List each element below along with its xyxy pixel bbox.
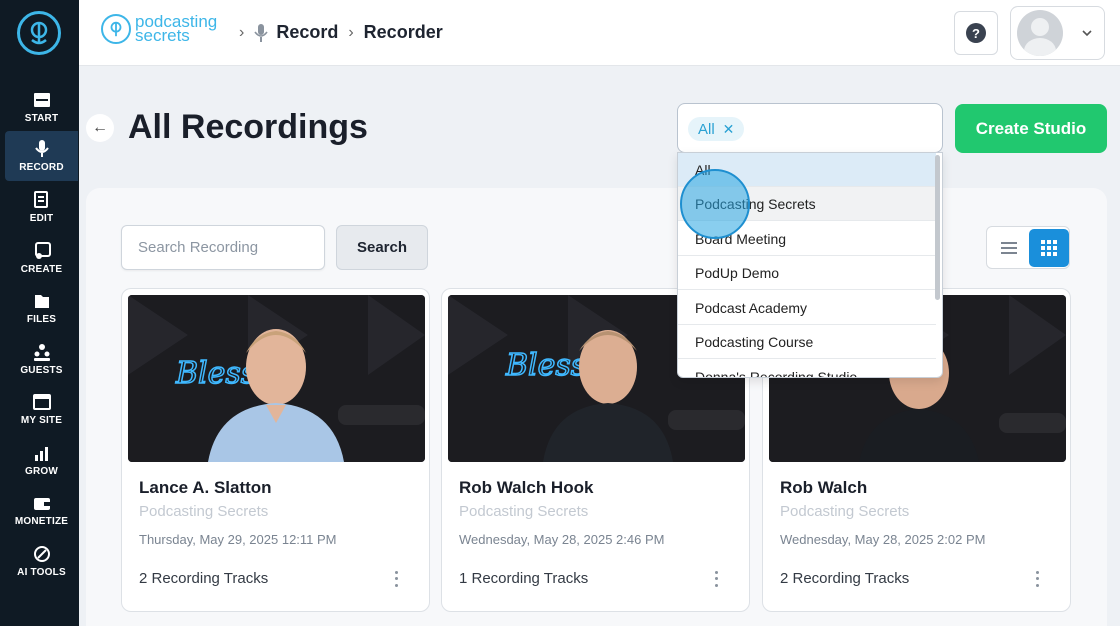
sidebar-item-label: CREATE xyxy=(20,264,63,275)
sidebar-item-files[interactable]: FILES xyxy=(5,283,78,333)
sidebar-item-label: FILES xyxy=(26,314,57,325)
list-icon xyxy=(1001,242,1017,254)
sidebar-item-record[interactable]: RECORD xyxy=(5,131,78,181)
grow-icon xyxy=(34,447,48,461)
sidebar-item-my-site[interactable]: MY SITE xyxy=(5,384,78,434)
brand-mic-icon xyxy=(101,14,131,44)
list-view-button[interactable] xyxy=(991,230,1027,266)
recording-studio: Podcasting Secrets xyxy=(780,503,910,520)
sidebar-item-label: AI TOOLS xyxy=(17,567,66,578)
dropdown-option[interactable]: Donna's Recording Studio xyxy=(678,360,936,378)
page-title: All Recordings xyxy=(128,108,368,146)
site-icon xyxy=(32,394,51,410)
breadcrumb: › Record › Recorder xyxy=(229,22,443,43)
dropdown-option[interactable]: PodUp Demo xyxy=(678,256,936,290)
page-scrollbar[interactable] xyxy=(1112,66,1120,626)
brand-text: podcasting secrets xyxy=(135,13,217,45)
breadcrumb-record[interactable]: Record xyxy=(276,22,338,43)
recording-name: Rob Walch Hook xyxy=(459,478,594,497)
sidebar-item-guests[interactable]: GUESTS xyxy=(5,334,78,384)
back-button[interactable]: ← xyxy=(86,114,114,142)
click-indicator xyxy=(680,169,750,239)
sidebar: START RECORD EDIT CREATE FILES GUESTS MY… xyxy=(0,0,79,626)
edit-icon xyxy=(33,191,48,208)
sidebar-item-ai-tools[interactable]: AI TOOLS xyxy=(5,536,78,586)
sidebar-item-label: MY SITE xyxy=(20,415,63,426)
recording-tracks: 2 Recording Tracks xyxy=(139,570,269,587)
monetize-icon xyxy=(33,498,50,510)
guests-icon xyxy=(33,344,50,361)
studio-filter-select[interactable]: All ✕ xyxy=(677,103,943,153)
more-options-icon[interactable] xyxy=(1028,569,1046,589)
recording-card[interactable]: Blessed Lance A. Slatton Podcasting Secr… xyxy=(121,288,430,612)
mic-icon xyxy=(254,23,268,42)
sidebar-item-label: RECORD xyxy=(19,162,64,173)
arrow-left-icon: ← xyxy=(92,119,108,136)
more-options-icon[interactable] xyxy=(707,569,725,589)
recording-date: Wednesday, May 28, 2025 2:02 PM xyxy=(780,532,986,547)
chevron-down-icon xyxy=(1082,30,1092,37)
start-icon xyxy=(33,93,50,107)
filter-chip-label: All xyxy=(698,120,715,138)
recording-date: Wednesday, May 28, 2025 2:46 PM xyxy=(459,532,665,547)
view-toggle xyxy=(986,226,1070,269)
sidebar-item-label: EDIT xyxy=(29,213,54,224)
dropdown-scrollbar[interactable] xyxy=(935,155,940,300)
grid-icon xyxy=(1041,240,1057,256)
search-input[interactable] xyxy=(121,225,325,270)
recording-name: Rob Walch xyxy=(780,478,868,497)
help-button[interactable]: ? xyxy=(954,11,998,55)
filter-chip[interactable]: All ✕ xyxy=(688,117,745,141)
recording-studio: Podcasting Secrets xyxy=(459,503,589,520)
logo-icon xyxy=(30,21,48,45)
ai-tools-icon xyxy=(33,546,50,562)
recording-tracks: 1 Recording Tracks xyxy=(459,570,589,587)
top-header: podcasting secrets › Record › Recorder ? xyxy=(79,0,1120,66)
chevron-right-icon: › xyxy=(239,23,245,41)
app-logo[interactable] xyxy=(17,11,61,55)
recording-tracks: 2 Recording Tracks xyxy=(780,570,910,587)
search-button[interactable]: Search xyxy=(336,225,428,270)
sidebar-item-monetize[interactable]: MONETIZE xyxy=(5,485,78,535)
sidebar-item-label: GROW xyxy=(24,466,59,477)
create-studio-button[interactable]: Create Studio xyxy=(955,104,1107,153)
more-options-icon[interactable] xyxy=(387,569,405,589)
dropdown-option[interactable]: Podcast Academy xyxy=(678,291,936,325)
mic-icon xyxy=(34,140,49,157)
files-icon xyxy=(34,295,49,308)
create-icon xyxy=(34,242,51,259)
recording-studio: Podcasting Secrets xyxy=(139,503,269,520)
sidebar-item-label: MONETIZE xyxy=(14,516,69,527)
sidebar-item-create[interactable]: CREATE xyxy=(5,233,78,283)
recording-date: Thursday, May 29, 2025 12:11 PM xyxy=(139,532,337,547)
breadcrumb-recorder: Recorder xyxy=(363,22,443,42)
close-icon[interactable]: ✕ xyxy=(723,121,735,138)
sidebar-item-label: START xyxy=(24,113,59,124)
recording-name: Lance A. Slatton xyxy=(139,478,272,497)
help-icon: ? xyxy=(966,23,986,43)
sidebar-item-grow[interactable]: GROW xyxy=(5,435,78,485)
brand-line-2: secrets xyxy=(135,26,190,45)
avatar xyxy=(1017,10,1063,56)
sidebar-item-edit[interactable]: EDIT xyxy=(5,182,78,232)
profile-menu-button[interactable] xyxy=(1010,6,1105,60)
recording-thumbnail[interactable]: Blessed xyxy=(128,295,425,462)
brand-logo[interactable]: podcasting secrets xyxy=(101,13,217,45)
sidebar-item-label: GUESTS xyxy=(20,365,63,376)
sidebar-item-start[interactable]: START xyxy=(5,82,78,132)
dropdown-option[interactable]: Podcasting Course xyxy=(678,325,936,359)
chevron-right-icon: › xyxy=(348,23,354,41)
grid-view-button[interactable] xyxy=(1029,229,1069,267)
